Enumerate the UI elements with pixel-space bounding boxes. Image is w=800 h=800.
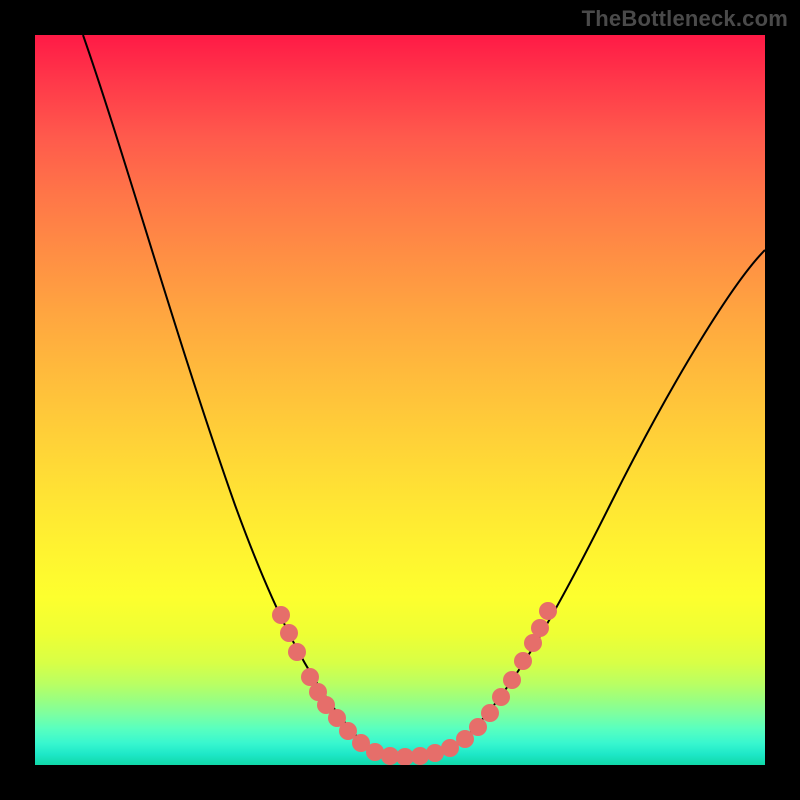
plot-area xyxy=(35,35,765,765)
data-dot xyxy=(272,606,290,624)
data-dot xyxy=(514,652,532,670)
watermark-text: TheBottleneck.com xyxy=(582,6,788,32)
left-curve xyxy=(83,35,365,745)
data-dot xyxy=(441,739,459,757)
curve-layer xyxy=(35,35,765,765)
data-dot xyxy=(481,704,499,722)
data-dot xyxy=(288,643,306,661)
chart-container: TheBottleneck.com xyxy=(0,0,800,800)
data-dot xyxy=(539,602,557,620)
data-dot xyxy=(531,619,549,637)
data-dot xyxy=(469,718,487,736)
data-dot xyxy=(411,747,429,765)
data-dot xyxy=(503,671,521,689)
data-dot xyxy=(280,624,298,642)
data-dot xyxy=(492,688,510,706)
right-curve xyxy=(455,250,765,747)
